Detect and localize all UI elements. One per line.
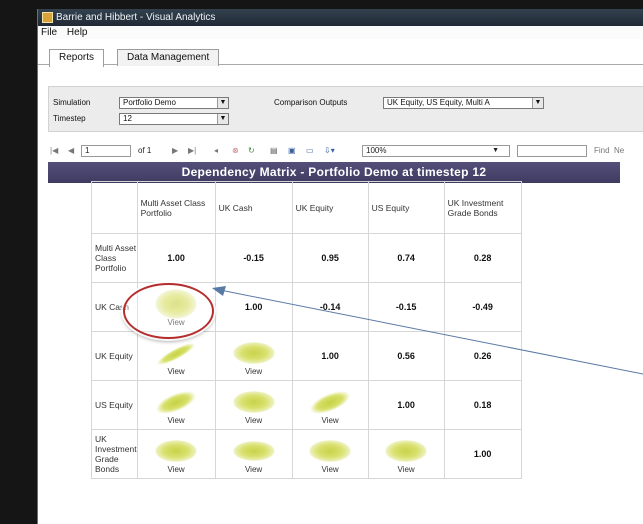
- callout-arrow: [212, 286, 643, 375]
- arrow-line: [219, 289, 643, 375]
- arrow-head-icon: [212, 286, 226, 296]
